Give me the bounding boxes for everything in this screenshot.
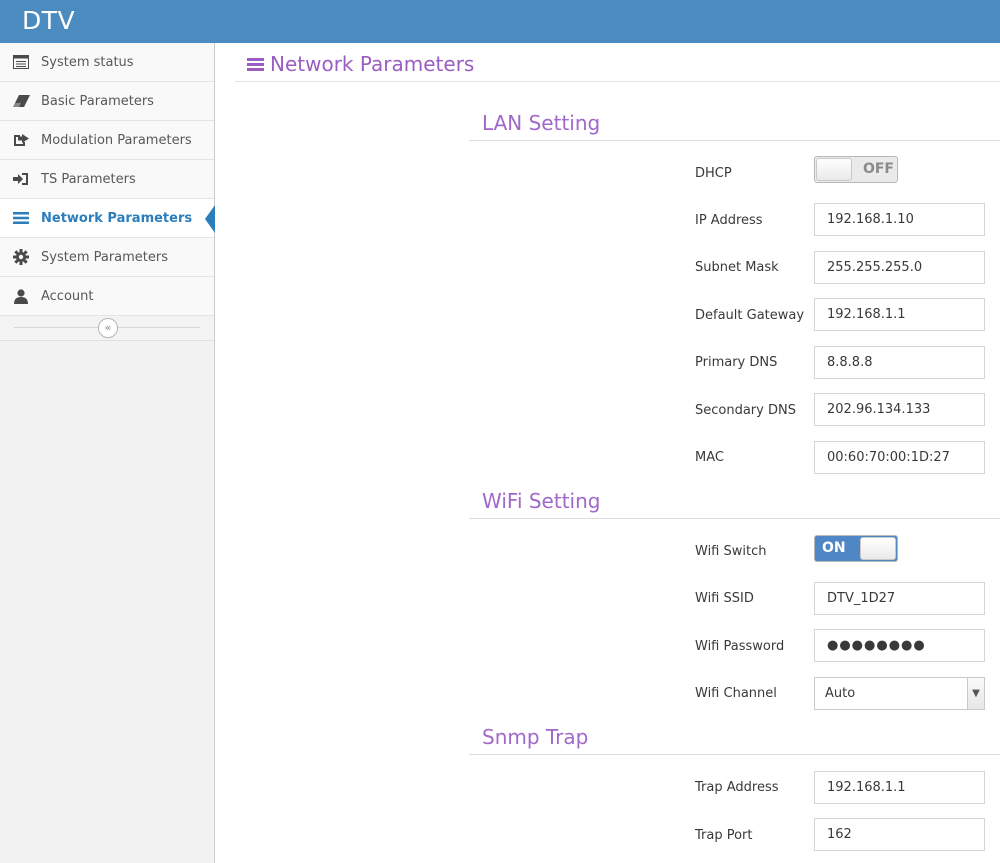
trap-port-field[interactable] (814, 818, 985, 851)
mac-field[interactable] (814, 441, 985, 474)
menu-icon (247, 56, 264, 73)
dhcp-label: DHCP (695, 166, 732, 181)
gear-icon (12, 248, 30, 266)
default-gateway-field[interactable] (814, 298, 985, 331)
sidebar-item-label: System status (41, 54, 134, 70)
chevron-down-icon[interactable]: ▼ (967, 678, 984, 709)
wifi-switch-label: Wifi Switch (695, 544, 767, 559)
sidebar-collapse-button[interactable]: « (98, 318, 118, 338)
sidebar-item-system-status[interactable]: System status (0, 43, 214, 82)
sidebar: System status Basic Parameters Modulatio… (0, 43, 215, 863)
toggle-knob (816, 158, 852, 181)
subnet-mask-label: Subnet Mask (695, 260, 779, 275)
sidebar-item-label: Basic Parameters (41, 93, 154, 109)
wifi-password-label: Wifi Password (695, 639, 785, 654)
user-icon (12, 287, 30, 305)
sidebar-item-label: TS Parameters (41, 171, 136, 187)
sidebar-item-system-parameters[interactable]: System Parameters (0, 238, 214, 277)
wifi-ssid-label: Wifi SSID (695, 591, 754, 606)
section-title-snmp: Snmp Trap (482, 725, 589, 749)
share-square-icon (12, 131, 30, 149)
sidebar-item-label: Account (41, 288, 94, 304)
toggle-knob (860, 537, 896, 560)
eraser-icon (12, 92, 30, 110)
dhcp-toggle-state: OFF (862, 161, 894, 177)
wifi-switch-toggle[interactable]: ON (814, 535, 898, 562)
sidebar-item-label: System Parameters (41, 249, 169, 265)
page-title-wrap: Network Parameters (247, 52, 474, 76)
menu-icon (12, 209, 30, 227)
dhcp-toggle[interactable]: OFF (814, 156, 898, 183)
sidebar-item-label: Network Parameters (41, 210, 193, 226)
section-title-wifi: WiFi Setting (482, 489, 601, 513)
wifi-channel-value: Auto (825, 686, 856, 701)
wifi-channel-select[interactable]: Auto ▼ (814, 677, 985, 710)
sign-in-icon (12, 170, 30, 188)
top-bar: DTV (0, 0, 1000, 43)
section-lan-setting: LAN Setting (469, 108, 1000, 141)
trap-address-label: Trap Address (695, 780, 779, 795)
wifi-switch-state: ON (822, 540, 846, 556)
sidebar-item-label: Modulation Parameters (41, 132, 192, 148)
section-snmp-trap: Snmp Trap (469, 722, 1000, 755)
brand-title: DTV (22, 6, 76, 35)
sidebar-item-modulation-parameters[interactable]: Modulation Parameters (0, 121, 214, 160)
ip-address-field[interactable] (814, 203, 985, 236)
primary-dns-field[interactable] (814, 346, 985, 379)
page-title: Network Parameters (270, 52, 475, 76)
wifi-ssid-field[interactable] (814, 582, 985, 615)
sidebar-item-account[interactable]: Account (0, 277, 214, 316)
subnet-mask-field[interactable] (814, 251, 985, 284)
trap-address-field[interactable] (814, 771, 985, 804)
sidebar-item-ts-parameters[interactable]: TS Parameters (0, 160, 214, 199)
active-indicator (205, 205, 215, 233)
primary-dns-label: Primary DNS (695, 355, 778, 370)
sidebar-item-basic-parameters[interactable]: Basic Parameters (0, 82, 214, 121)
list-icon (12, 53, 30, 71)
ip-address-label: IP Address (695, 213, 763, 228)
sidebar-collapse-bar: « (0, 316, 214, 341)
mac-label: MAC (695, 450, 724, 465)
wifi-channel-label: Wifi Channel (695, 686, 777, 701)
default-gateway-label: Default Gateway (695, 308, 805, 323)
wifi-password-field[interactable]: ●●●●●●●● (814, 629, 985, 662)
section-wifi-setting: WiFi Setting (469, 486, 1000, 519)
page-header: Network Parameters (235, 43, 1000, 82)
sidebar-item-network-parameters[interactable]: Network Parameters (0, 199, 215, 238)
secondary-dns-label: Secondary DNS (695, 403, 796, 418)
trap-port-label: Trap Port (695, 828, 753, 843)
section-title-lan: LAN Setting (482, 111, 601, 135)
secondary-dns-field[interactable] (814, 393, 985, 426)
